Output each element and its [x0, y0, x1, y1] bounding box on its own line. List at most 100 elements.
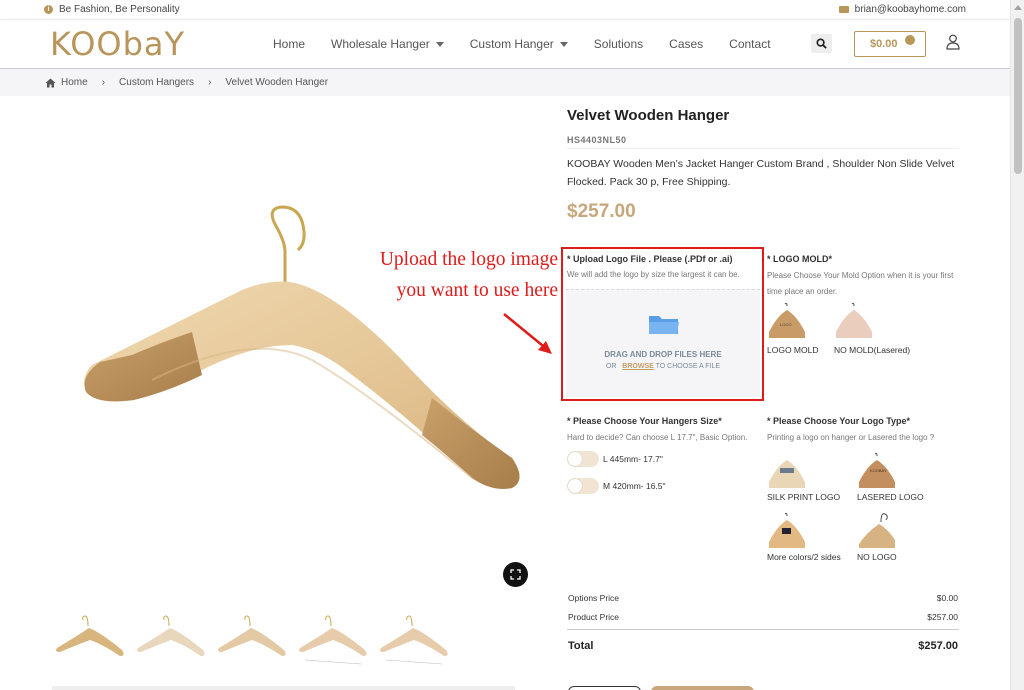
main-nav: Home Wholesale Hanger Custom Hanger Solu…	[273, 37, 797, 51]
product-main-image[interactable]	[52, 180, 552, 520]
browse-line: OR BROWSE TO CHOOSE A FILE	[566, 363, 760, 370]
cart-total: $0.00	[870, 38, 898, 50]
size-m-toggle[interactable]	[567, 478, 599, 494]
upload-label: * Upload Logo File . Please (.PDf or .ai…	[567, 254, 733, 264]
breadcrumb: Home › Custom Hangers › Velvet Wooden Ha…	[0, 69, 1010, 96]
no-logo-option[interactable]	[857, 512, 897, 550]
nav-contact-label: Contact	[729, 37, 771, 51]
lasered-logo-label: LASERED LOGO	[857, 492, 924, 502]
size-l-toggle[interactable]	[567, 451, 599, 467]
gallery-scroll-track	[52, 686, 515, 690]
cart-icon	[905, 35, 915, 45]
logo-type-label: * Please Choose Your Logo Type*	[767, 416, 911, 426]
more-colors-label: More colors/2 sides	[767, 552, 841, 562]
options-price-row: Options Price $0.00	[568, 593, 958, 603]
arrow-icon	[503, 313, 552, 354]
more-colors-option[interactable]	[767, 512, 807, 550]
logo-mold-option[interactable]: LOGO	[767, 302, 807, 340]
tagline-group: i Be Fashion, Be Personality	[44, 4, 180, 15]
top-info-bar: i Be Fashion, Be Personality brian@kooba…	[0, 0, 1010, 19]
product-price-label: Product Price	[568, 612, 620, 622]
no-mold-option[interactable]	[834, 302, 874, 340]
product-price-value: $257.00	[927, 612, 958, 622]
expand-icon	[510, 569, 521, 580]
search-icon	[816, 38, 827, 49]
site-logo[interactable]: KOObaY	[50, 28, 185, 60]
divider	[567, 148, 959, 149]
chevron-right-icon: ›	[208, 77, 212, 88]
options-price-value: $0.00	[936, 593, 958, 603]
silk-print-logo-label: SILK PRINT LOGO	[767, 492, 841, 502]
scrollbar-thumb[interactable]	[1014, 18, 1022, 174]
breadcrumb-custom-hangers[interactable]: Custom Hangers	[119, 77, 194, 88]
svg-text:LOGO: LOGO	[780, 322, 792, 327]
email-group[interactable]: brian@koobayhome.com	[838, 4, 966, 15]
thumbnail-gallery	[52, 608, 452, 668]
nav-custom-label: Custom Hanger	[469, 37, 554, 51]
info-icon: i	[44, 5, 53, 14]
logo-type-hint: Printing a logo on hanger or Lasered the…	[767, 433, 935, 442]
total-label: Total	[568, 640, 594, 652]
breadcrumb-home[interactable]: Home	[45, 77, 88, 88]
search-button[interactable]	[811, 34, 832, 53]
nav-contact[interactable]: Contact	[729, 37, 770, 51]
breadcrumb-current: Velvet Wooden Hanger	[225, 77, 329, 88]
page-scrollbar[interactable]	[1010, 0, 1024, 690]
divider	[567, 629, 959, 630]
product-price: $257.00	[567, 201, 636, 222]
nav-solutions-label: Solutions	[593, 37, 644, 51]
chevron-down-icon	[559, 41, 568, 47]
tagline: Be Fashion, Be Personality	[59, 4, 180, 15]
options-price-label: Options Price	[568, 593, 620, 603]
expand-image-button[interactable]	[503, 562, 528, 587]
chevron-right-icon: ›	[101, 77, 106, 88]
nav-home-label: Home	[273, 37, 306, 51]
or-text: OR	[605, 363, 617, 370]
mail-icon	[838, 6, 849, 13]
add-to-cart-button[interactable]	[651, 686, 754, 690]
thumbnail-2[interactable]	[133, 608, 209, 668]
annotation-line-1: Upload the logo image	[379, 249, 558, 270]
total-value: $257.00	[918, 640, 958, 652]
logo-mold-option-label: LOGO MOLD	[767, 345, 819, 355]
nav-cases[interactable]: Cases	[669, 37, 703, 51]
nav-wholesale-hanger[interactable]: Wholesale Hanger	[331, 37, 444, 51]
hanger-size-hint: Hard to decide? Can choose L 17.7", Basi…	[567, 433, 748, 442]
logo-mold-label: * LOGO MOLD*	[767, 254, 832, 264]
user-icon[interactable]	[946, 34, 960, 50]
logo-mold-hint: Please Choose Your Mold Option when it i…	[767, 271, 954, 296]
drop-text: DRAG AND DROP FILES HERE	[604, 350, 722, 359]
no-logo-label: NO LOGO	[857, 552, 897, 562]
nav-wholesale-label: Wholesale Hanger	[331, 37, 430, 51]
silk-print-logo-option[interactable]	[767, 452, 807, 490]
thumbnail-4[interactable]	[295, 608, 371, 668]
total-row: Total $257.00	[568, 640, 958, 652]
annotation-line-2: you want to use here	[396, 280, 558, 301]
product-description: KOOBAY Wooden Men’s Jacket Hanger Custom…	[567, 158, 955, 188]
nav-cases-label: Cases	[669, 37, 704, 51]
thumbnail-5[interactable]	[376, 608, 452, 668]
folder-icon	[649, 316, 679, 334]
quantity-control[interactable]	[568, 686, 641, 690]
product-sku: HS4403NL50	[567, 135, 627, 145]
file-drop-zone[interactable]	[566, 289, 760, 397]
nav-solutions[interactable]: Solutions	[594, 37, 643, 51]
svg-text:KOOBAY: KOOBAY	[870, 468, 887, 473]
hanger-size-label: * Please Choose Your Hangers Size*	[567, 416, 722, 426]
breadcrumb-home-label: Home	[61, 77, 88, 88]
chevron-down-icon	[435, 41, 444, 47]
scroll-up-icon[interactable]	[1014, 5, 1022, 10]
site-header: KOObaY Home Wholesale Hanger Custom Hang…	[0, 19, 1010, 69]
upload-hint: We will add the logo by size the largest…	[567, 270, 740, 279]
product-price-row: Product Price $257.00	[568, 612, 958, 622]
cart-button[interactable]: $0.00	[854, 31, 926, 57]
nav-custom-hanger[interactable]: Custom Hanger	[470, 37, 568, 51]
browse-link[interactable]: BROWSE	[622, 363, 654, 370]
lasered-logo-option[interactable]: KOOBAY	[857, 452, 897, 490]
home-icon	[45, 78, 56, 87]
email-link[interactable]: brian@koobayhome.com	[855, 4, 966, 15]
thumbnail-1[interactable]	[52, 608, 128, 668]
product-title: Velvet Wooden Hanger	[567, 107, 730, 124]
nav-home[interactable]: Home	[273, 37, 305, 51]
thumbnail-3[interactable]	[214, 608, 290, 668]
